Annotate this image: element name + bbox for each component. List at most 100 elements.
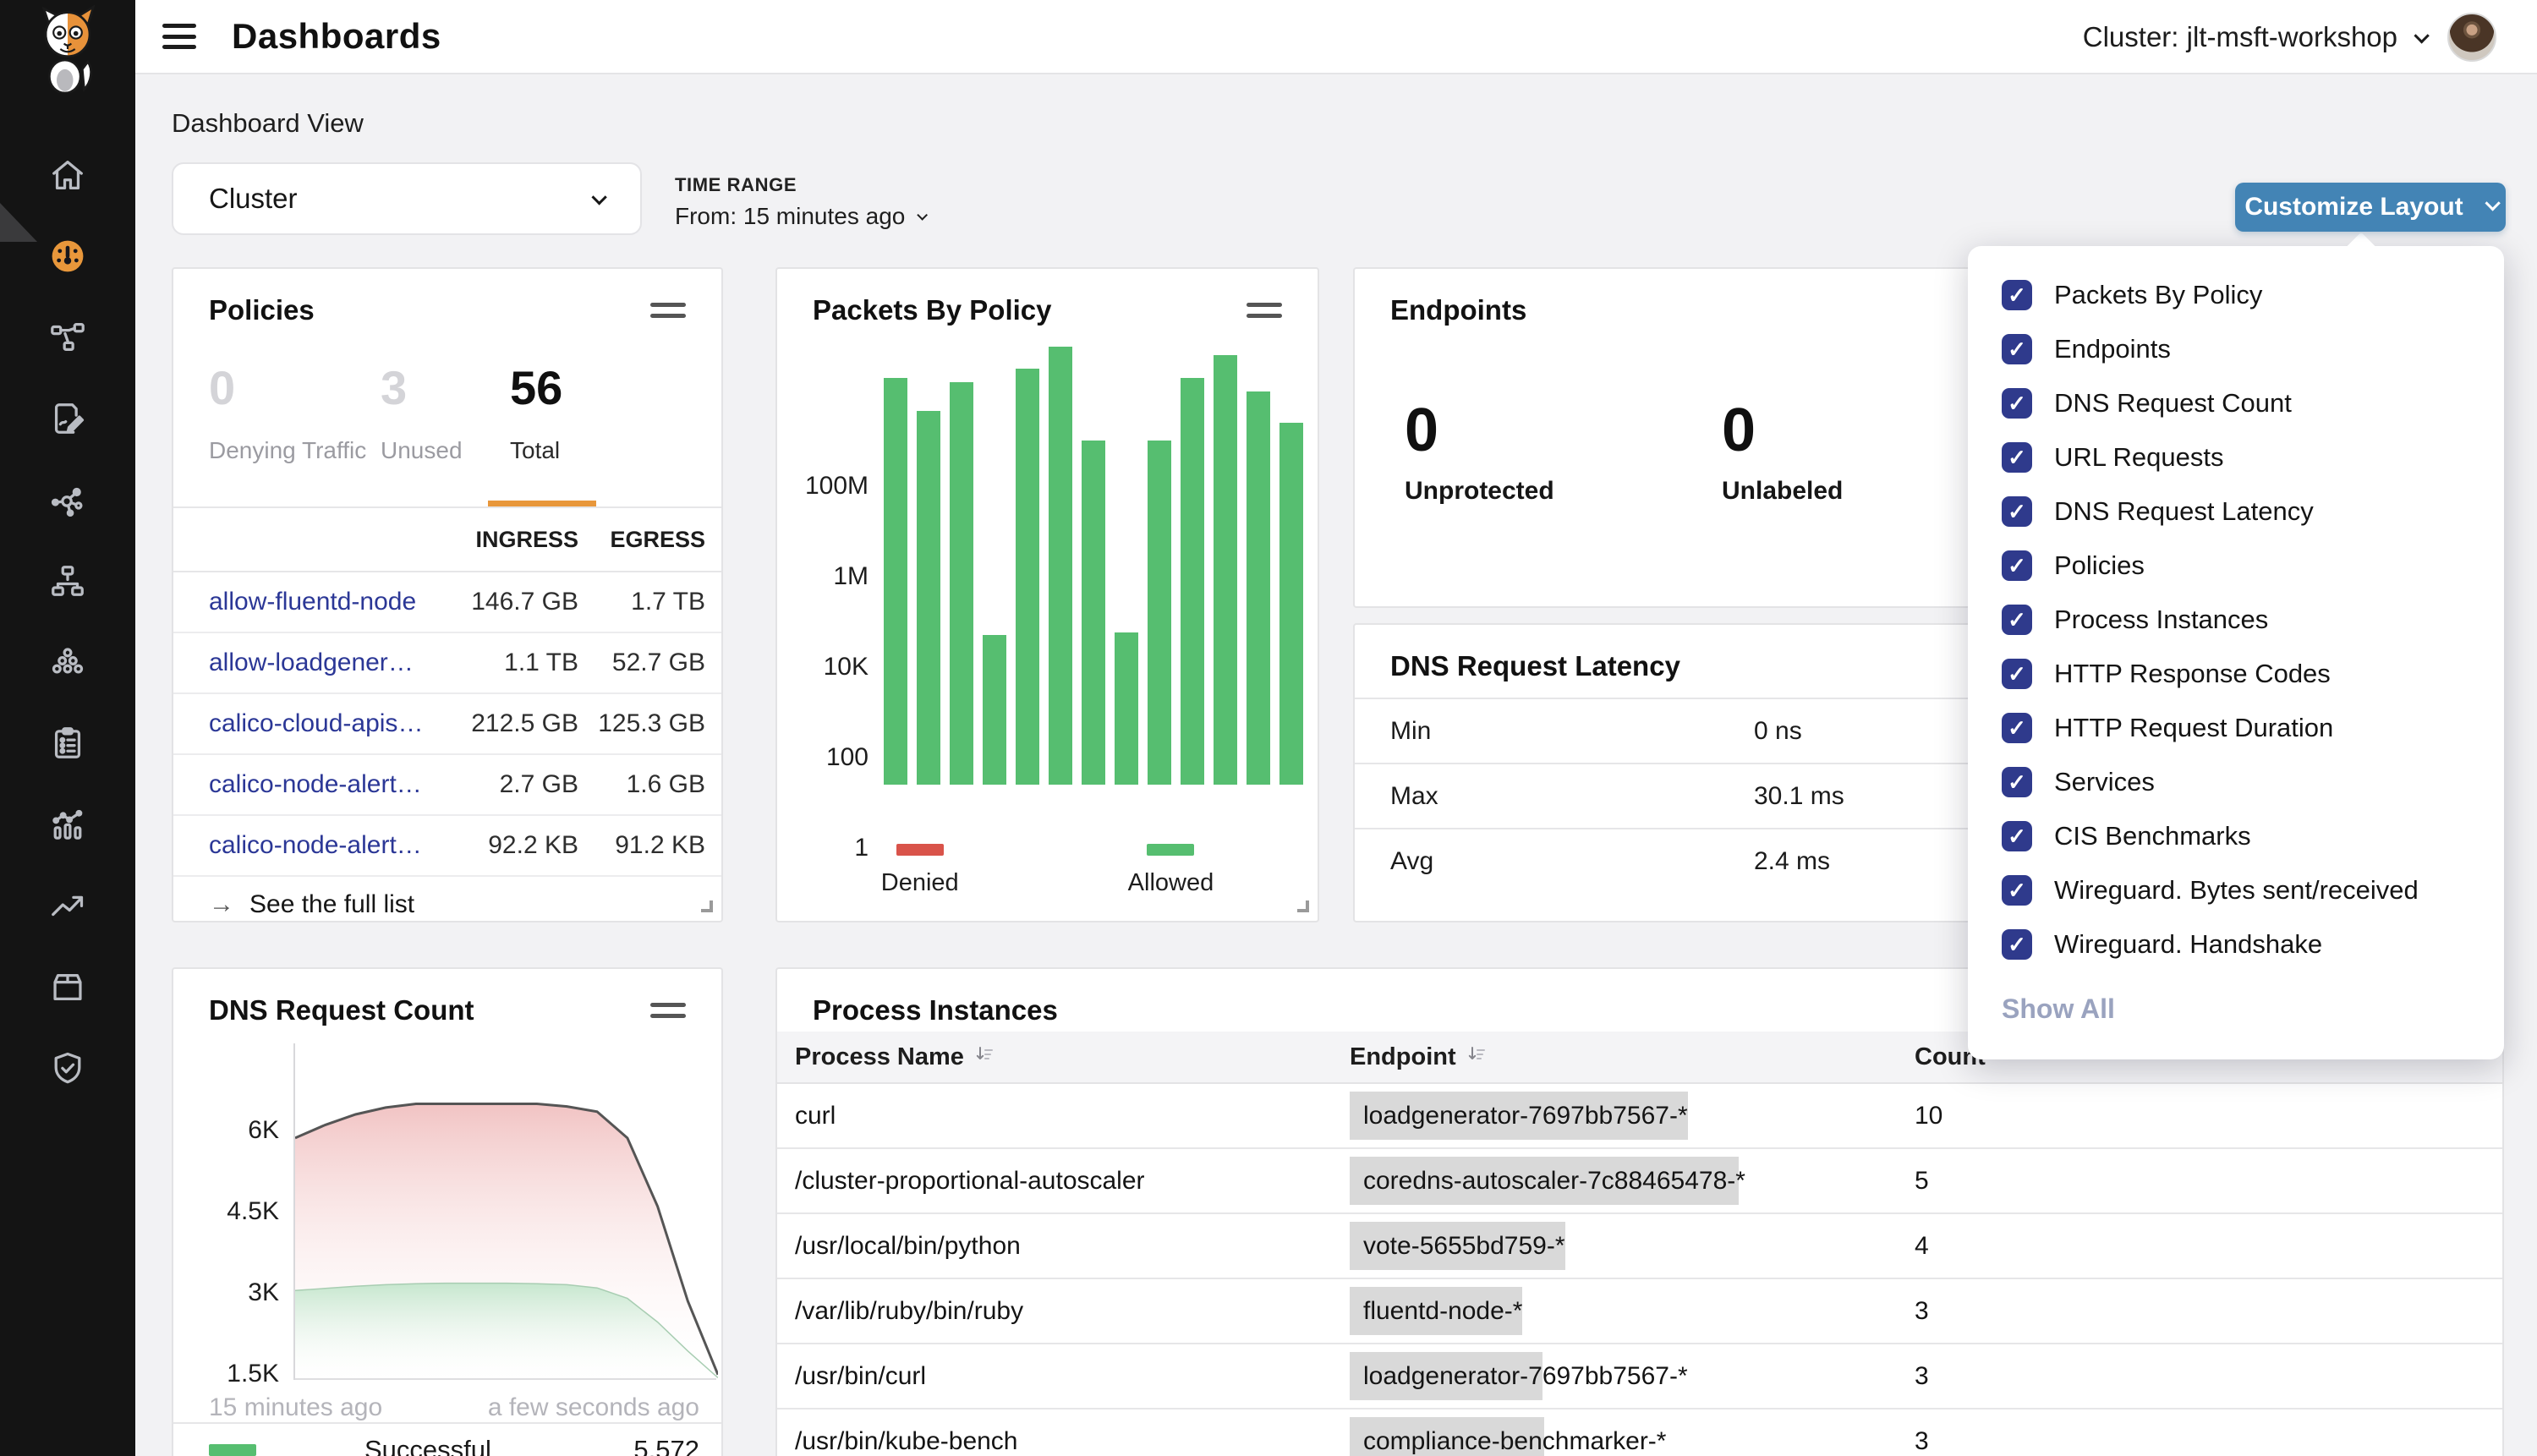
cluster-nodes-icon xyxy=(48,643,87,681)
checkbox-checked-icon[interactable]: ✓ xyxy=(2002,713,2032,743)
table-row: /usr/local/bin/pythonvote-5655bd759-*4 xyxy=(777,1214,2502,1279)
bar-allowed xyxy=(1148,441,1171,785)
card-title: Packets By Policy xyxy=(813,294,1052,326)
customize-menu-item[interactable]: ✓Wireguard. Handshake xyxy=(1968,917,2504,972)
customize-menu-item[interactable]: ✓Policies xyxy=(1968,539,2504,593)
customize-menu-item[interactable]: ✓Packets By Policy xyxy=(1968,268,2504,322)
customize-menu-item[interactable]: ✓ HTTP Request Duration xyxy=(1968,701,2504,755)
bar-allowed xyxy=(1181,378,1204,785)
packets-bar-chart xyxy=(877,332,1310,785)
policy-name-link[interactable]: calico-node-alertmana… xyxy=(209,831,443,860)
bar-allowed xyxy=(917,411,940,785)
arrow-right-icon: → xyxy=(209,890,234,919)
sidebar-item-shield-check[interactable] xyxy=(0,1041,135,1095)
checkbox-checked-icon[interactable]: ✓ xyxy=(2002,659,2032,689)
time-range-control[interactable]: TIME RANGE From: 15 minutes ago xyxy=(675,174,924,230)
policy-name-link[interactable]: calico-node-alertmana… xyxy=(209,770,443,799)
sidebar-item-file-edit[interactable] xyxy=(0,391,135,446)
view-select-value: Cluster xyxy=(209,183,298,215)
checkbox-checked-icon[interactable]: ✓ xyxy=(2002,605,2032,635)
checkbox-checked-icon[interactable]: ✓ xyxy=(2002,496,2032,527)
process-name-cell: curl xyxy=(795,1102,1350,1130)
user-avatar[interactable] xyxy=(2447,13,2496,62)
sidebar-item-network-topology[interactable] xyxy=(0,310,135,364)
menu-hamburger-icon[interactable] xyxy=(162,24,196,49)
endpoint-cell: coredns-autoscaler-7c88465478-* xyxy=(1350,1167,1915,1196)
policy-name-link[interactable]: calico-cloud-apiserver-… xyxy=(209,709,443,738)
legend-swatch xyxy=(1147,844,1194,856)
legend-item[interactable]: Allowed xyxy=(1128,844,1214,897)
menu-item-label: HTTP Response Codes xyxy=(2054,659,2331,689)
checkbox-checked-icon[interactable]: ✓ xyxy=(2002,442,2032,473)
drag-handle-icon[interactable] xyxy=(650,1003,686,1025)
sidebar-item-home[interactable] xyxy=(0,148,135,202)
sort-process-name[interactable]: Process Name xyxy=(795,1043,1350,1071)
count-cell: 10 xyxy=(1915,1102,1942,1130)
sidebar-item-clipboard-list[interactable] xyxy=(0,716,135,770)
legend-item[interactable]: Denied xyxy=(881,844,959,897)
drag-handle-icon[interactable] xyxy=(650,303,686,325)
checkbox-checked-icon[interactable]: ✓ xyxy=(2002,388,2032,419)
process-name-cell: /usr/local/bin/python xyxy=(795,1232,1350,1261)
policy-name-link[interactable]: allow-loadgenerator xyxy=(209,649,443,677)
show-all-link[interactable]: Show All xyxy=(2002,993,2504,1025)
customize-menu-item[interactable]: ✓DNS Request Count xyxy=(1968,376,2504,430)
sidebar-item-dashboard-gauge[interactable] xyxy=(0,229,135,283)
customize-menu-item[interactable]: ✓Services xyxy=(1968,755,2504,809)
customize-menu-item[interactable]: ✓URL Requests xyxy=(1968,430,2504,484)
checkbox-checked-icon[interactable]: ✓ xyxy=(2002,767,2032,797)
customize-menu-item[interactable]: ✓Endpoints xyxy=(1968,322,2504,376)
y-axis-tick: 6K xyxy=(195,1115,279,1146)
calico-cat-logo[interactable] xyxy=(20,5,115,93)
customize-menu-item[interactable]: ✓ HTTP Response Codes xyxy=(1968,647,2504,701)
ingress-value: 146.7 GB xyxy=(443,588,578,616)
latency-stat-label: Max xyxy=(1390,782,1754,811)
sort-icon xyxy=(1466,1044,1487,1065)
egress-value: 1.6 GB xyxy=(578,770,705,799)
sidebar-item-trending-up[interactable] xyxy=(0,879,135,933)
checkbox-checked-icon[interactable]: ✓ xyxy=(2002,280,2032,310)
endpoint-chip: loadgenerator-7697bb7567-* xyxy=(1350,1092,1688,1140)
count-cell: 3 xyxy=(1915,1362,1929,1391)
drag-handle-icon[interactable] xyxy=(1247,303,1282,325)
y-axis-tick: 1.5K xyxy=(195,1359,279,1389)
card-title: DNS Request Count xyxy=(209,994,474,1026)
sidebar-item-sitemap[interactable] xyxy=(0,554,135,608)
policies-stat-tab[interactable]: 3Unused xyxy=(381,360,463,464)
customize-layout-button[interactable]: Customize Layout xyxy=(2235,183,2506,232)
cluster-switcher[interactable]: Cluster: jlt-msft-workshop xyxy=(2083,21,2425,53)
y-axis-tick: 1M xyxy=(784,561,868,592)
sidebar-item-graph-nodes[interactable] xyxy=(0,473,135,527)
customize-menu-item[interactable]: ✓Process Instances xyxy=(1968,593,2504,647)
resize-handle[interactable] xyxy=(1297,900,1309,912)
stat-value: 0 xyxy=(209,360,366,415)
y-axis-tick: 10K xyxy=(784,652,868,682)
checkbox-checked-icon[interactable]: ✓ xyxy=(2002,334,2032,364)
resize-handle[interactable] xyxy=(701,900,713,912)
policy-name-link[interactable]: allow-fluentd-node xyxy=(209,588,443,616)
customize-menu-item[interactable]: ✓CIS Benchmarks xyxy=(1968,809,2504,863)
sidebar-item-package[interactable] xyxy=(0,960,135,1014)
see-full-list-link[interactable]: → See the full list xyxy=(209,890,414,919)
checkbox-checked-icon[interactable]: ✓ xyxy=(2002,821,2032,851)
sort-endpoint[interactable]: Endpoint xyxy=(1350,1043,1915,1071)
checkbox-checked-icon[interactable]: ✓ xyxy=(2002,550,2032,581)
customize-menu-item[interactable]: ✓DNS Request Latency xyxy=(1968,484,2504,539)
sidebar-item-bar-chart[interactable] xyxy=(0,797,135,851)
time-range-value: From: 15 minutes ago xyxy=(675,203,905,230)
sidebar-item-cluster-nodes[interactable] xyxy=(0,635,135,689)
menu-item-label: HTTP Request Duration xyxy=(2054,713,2333,743)
bar-allowed xyxy=(1049,347,1072,785)
dns-area-chart xyxy=(293,1043,716,1380)
policies-stat-tab[interactable]: 0Denying Traffic xyxy=(209,360,366,464)
customize-menu-item[interactable]: ✓Wireguard. Bytes sent/received xyxy=(1968,863,2504,917)
latency-stat-value: 2.4 ms xyxy=(1754,847,1830,876)
checkbox-checked-icon[interactable]: ✓ xyxy=(2002,875,2032,906)
bar-allowed xyxy=(1279,423,1303,785)
view-select[interactable]: Cluster xyxy=(172,162,642,235)
checkbox-checked-icon[interactable]: ✓ xyxy=(2002,929,2032,960)
policies-stat-tab[interactable]: 56Total xyxy=(510,360,562,464)
dashboard-view-label: Dashboard View xyxy=(172,108,364,139)
stat-value: 56 xyxy=(510,360,562,415)
endpoint-chip: fluentd-node-* xyxy=(1350,1287,1522,1335)
